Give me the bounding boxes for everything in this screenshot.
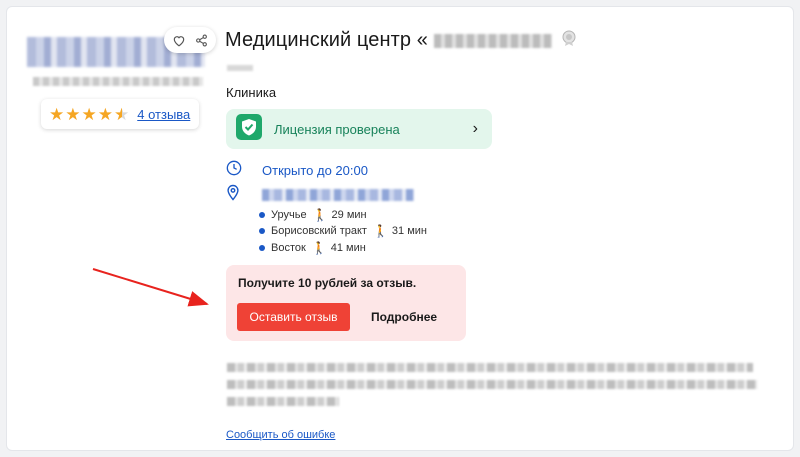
- walking-icon: 🚶: [372, 224, 388, 238]
- promo-more-link[interactable]: Подробнее: [371, 310, 437, 324]
- metro-walk-time: 29 мин: [331, 209, 367, 221]
- metro-walk-time: 31 мин: [391, 225, 427, 237]
- hours-text: Открыто до 20:00: [262, 163, 368, 178]
- half-star-icon: ★: [114, 104, 130, 124]
- review-promo-banner: Получите 10 рублей за отзыв. Оставить от…: [226, 265, 466, 341]
- walking-icon: 🚶: [312, 208, 328, 222]
- metro-dot: [259, 245, 265, 251]
- license-label: Лицензия проверена: [274, 121, 400, 137]
- metro-station: Уручье 🚶 29 мин: [259, 208, 367, 222]
- description-blurred: [227, 380, 757, 389]
- metro-station: Борисовский тракт 🚶 31 мин: [259, 224, 427, 238]
- share-icon[interactable]: [195, 34, 208, 47]
- favorite-share-group: [164, 27, 216, 53]
- star-icon: ★: [65, 104, 81, 124]
- star-icon: ★: [49, 104, 65, 124]
- org-category: Клиника: [226, 85, 277, 100]
- walking-icon: 🚶: [311, 241, 327, 255]
- promo-title: Получите 10 рублей за отзыв.: [238, 276, 417, 290]
- metro-station-name: Восток: [271, 242, 306, 254]
- clock-icon: [226, 160, 242, 181]
- address-blurred: [262, 189, 414, 201]
- rating-box: ★ ★ ★ ★ ★ 4 отзыва: [41, 99, 199, 129]
- leave-review-button[interactable]: Оставить отзыв: [237, 303, 350, 331]
- metro-station: Восток 🚶 41 мин: [259, 241, 366, 255]
- license-banner[interactable]: Лицензия проверена ›: [226, 109, 492, 149]
- description-blurred: [227, 363, 753, 372]
- title-blurred: [434, 33, 552, 48]
- star-icon: ★: [81, 104, 97, 124]
- working-hours[interactable]: Открыто до 20:00: [226, 160, 368, 181]
- metro-station-name: Борисовский тракт: [271, 225, 367, 237]
- title-row: Медицинский центр «: [225, 29, 576, 52]
- organization-card: ★ ★ ★ ★ ★ 4 отзыва Медицинский центр « К…: [6, 6, 794, 451]
- report-error-link[interactable]: Сообщить об ошибке: [226, 429, 335, 441]
- description-blurred: [227, 397, 339, 406]
- reviews-link[interactable]: 4 отзыва: [137, 107, 190, 122]
- metro-walk-time: 41 мин: [330, 242, 366, 254]
- subtitle-blurred: [227, 65, 253, 71]
- medal-icon: [562, 30, 576, 51]
- org-subtitle-blurred: [33, 77, 203, 86]
- heart-icon[interactable]: [172, 34, 186, 47]
- rating-stars: ★ ★ ★ ★ ★: [49, 106, 129, 123]
- location-pin-icon: [226, 184, 240, 206]
- star-icon: ★: [97, 104, 113, 124]
- shield-check-icon: [236, 113, 262, 145]
- address[interactable]: [226, 184, 414, 206]
- metro-dot: [259, 228, 265, 234]
- page-title: Медицинский центр «: [225, 29, 428, 51]
- metro-station-name: Уручье: [271, 209, 307, 221]
- metro-dot: [259, 212, 265, 218]
- chevron-right-icon: ›: [472, 120, 478, 137]
